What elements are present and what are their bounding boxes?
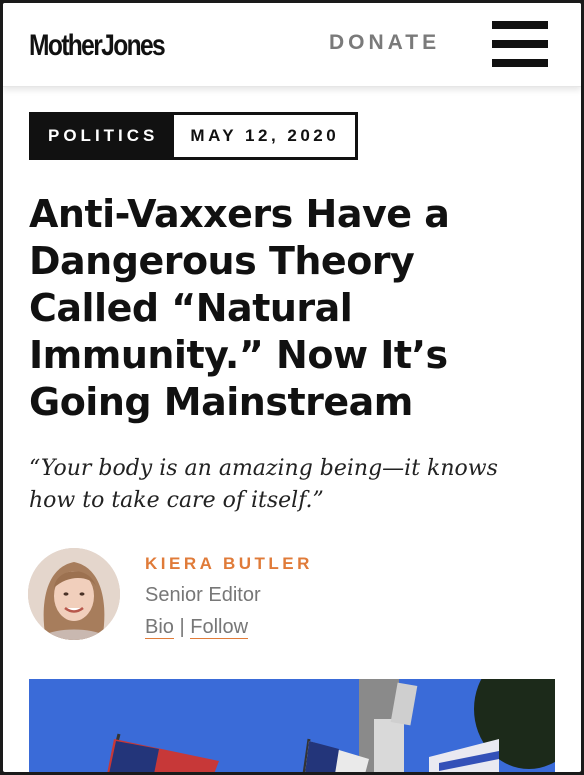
menu-bar <box>492 59 548 67</box>
article-meta: POLITICS MAY 12, 2020 <box>29 112 359 160</box>
article-dek: “Your body is an amazing being—it knows … <box>29 453 549 517</box>
headline-line: Anti-Vaxxers Have a <box>29 192 450 236</box>
phone-screen: MotherJones DONATE POLITICS MAY 12, 2020… <box>3 3 581 772</box>
headline-line: Dangerous Theory <box>29 239 415 283</box>
menu-bar <box>492 40 548 48</box>
headline-line: Called “Natural <box>29 286 353 330</box>
author-title: Senior Editor <box>145 584 261 606</box>
menu-bar <box>492 21 548 29</box>
site-header: MotherJones DONATE <box>3 3 581 87</box>
article-headline: Anti-Vaxxers Have a Dangerous Theory Cal… <box>29 191 549 426</box>
author-links: Bio | Follow <box>145 616 249 639</box>
follow-link[interactable]: Follow <box>190 616 249 639</box>
author-photo <box>28 548 120 640</box>
publish-date: MAY 12, 2020 <box>174 115 356 157</box>
dek-line: “Your body is an amazing being—it knows <box>29 456 498 481</box>
hamburger-menu-icon[interactable] <box>492 21 548 67</box>
category-tag[interactable]: POLITICS <box>32 115 175 157</box>
site-logo[interactable]: MotherJones <box>29 29 166 63</box>
donate-button[interactable]: DONATE <box>329 31 440 55</box>
hero-image[interactable] <box>29 679 555 772</box>
dek-line: how to take care of itself.” <box>29 488 324 513</box>
headline-line: Immunity.” Now It’s <box>29 333 448 377</box>
link-separator: | <box>179 616 185 638</box>
headline-line: Going Mainstream <box>29 380 413 424</box>
hero-photo-flags <box>29 679 555 772</box>
author-name-link[interactable]: KIERA BUTLER <box>145 554 313 574</box>
bio-link[interactable]: Bio <box>145 616 174 639</box>
author-avatar[interactable] <box>28 548 120 640</box>
